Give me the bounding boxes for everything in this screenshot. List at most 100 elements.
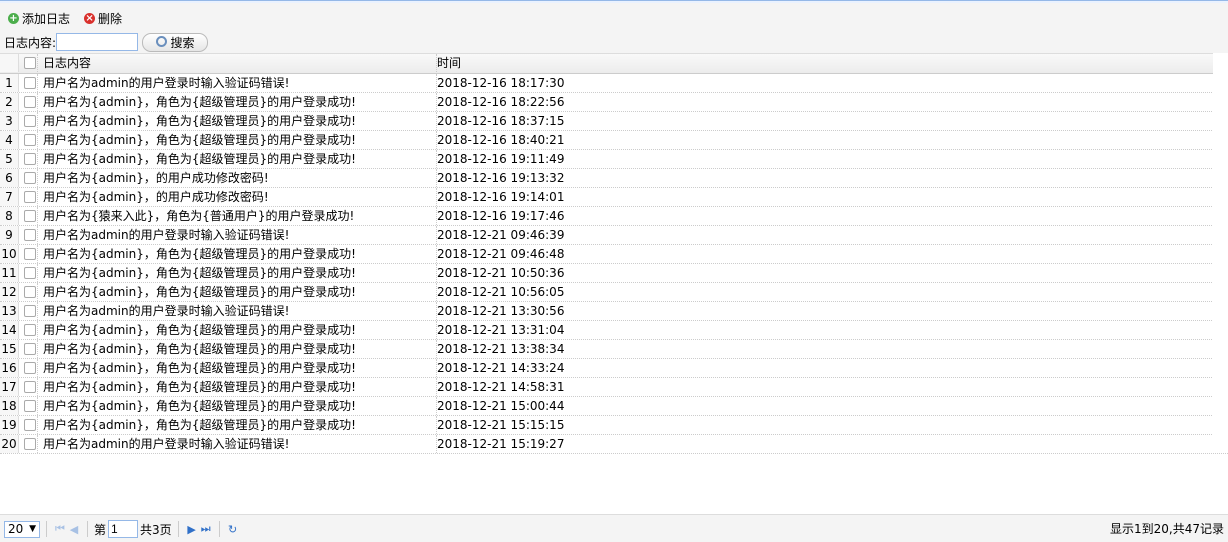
table-row[interactable]: 6 用户名为{admin}，的用户成功修改密码! 2018-12-16 19:13:…	[0, 169, 1228, 188]
log-time: 2018-12-21 10:50:36	[433, 264, 1218, 282]
row-checkbox[interactable]	[24, 96, 36, 108]
table-row[interactable]: 15 用户名为{admin}，角色为{超级管理员}的用户登录成功! 2018-12-…	[0, 340, 1228, 359]
row-checkbox-cell	[19, 226, 38, 244]
log-content: 用户名为{admin}，角色为{超级管理员}的用户登录成功!	[39, 131, 437, 149]
pagination-info: 显示1到20,共47记录	[1110, 522, 1224, 536]
row-checkbox[interactable]	[24, 77, 36, 89]
row-checkbox[interactable]	[24, 267, 36, 279]
table-row[interactable]: 18 用户名为{admin}，角色为{超级管理员}的用户登录成功! 2018-12-…	[0, 397, 1228, 416]
log-time: 2018-12-21 14:33:24	[433, 359, 1218, 377]
row-checkbox-cell	[19, 435, 38, 453]
row-checkbox-cell	[19, 74, 38, 92]
log-time: 2018-12-16 18:40:21	[433, 131, 1218, 149]
log-time: 2018-12-16 18:17:30	[433, 74, 1218, 92]
pagination-bar: 20 ▼ ⏮ ◀ 第 共3页 ▶ ⏭ ↻ 显示1到20,共47记录	[0, 514, 1228, 542]
row-checkbox[interactable]	[24, 210, 36, 222]
table-row[interactable]: 7 用户名为{admin}，的用户成功修改密码! 2018-12-16 19:14:…	[0, 188, 1228, 207]
log-time: 2018-12-21 09:46:39	[433, 226, 1218, 244]
page-size-value: 20	[8, 522, 24, 536]
row-number: 10	[0, 245, 19, 263]
table-row[interactable]: 12 用户名为{admin}，角色为{超级管理员}的用户登录成功! 2018-12-…	[0, 283, 1228, 302]
log-time: 2018-12-21 14:58:31	[433, 378, 1218, 396]
select-all-checkbox[interactable]	[24, 57, 36, 69]
page-total: 共3页	[140, 522, 172, 537]
log-content: 用户名为{admin}，角色为{超级管理员}的用户登录成功!	[39, 93, 437, 111]
row-checkbox[interactable]	[24, 419, 36, 431]
log-content: 用户名为{猿来入此}，角色为{普通用户}的用户登录成功!	[39, 207, 437, 225]
table-row[interactable]: 14 用户名为{admin}，角色为{超级管理员}的用户登录成功! 2018-12-…	[0, 321, 1228, 340]
log-content: 用户名为{admin}，角色为{超级管理员}的用户登录成功!	[39, 359, 437, 377]
search-label: 日志内容:	[4, 35, 57, 50]
table-row[interactable]: 9 用户名为admin的用户登录时输入验证码错误! 2018-12-21 09:46…	[0, 226, 1228, 245]
row-checkbox-cell	[19, 416, 38, 434]
log-content: 用户名为{admin}，角色为{超级管理员}的用户登录成功!	[39, 416, 437, 434]
row-checkbox[interactable]	[24, 305, 36, 317]
log-time: 2018-12-16 19:14:01	[433, 188, 1218, 206]
row-checkbox[interactable]	[24, 134, 36, 146]
row-checkbox[interactable]	[24, 172, 36, 184]
table-row[interactable]: 19 用户名为{admin}，角色为{超级管理员}的用户登录成功! 2018-12-…	[0, 416, 1228, 435]
table-row[interactable]: 10 用户名为{admin}，角色为{超级管理员}的用户登录成功! 2018-12-…	[0, 245, 1228, 264]
log-content: 用户名为{admin}，角色为{超级管理员}的用户登录成功!	[39, 397, 437, 415]
delete-label: 删除	[98, 11, 123, 26]
row-checkbox[interactable]	[24, 438, 36, 450]
add-log-label: 添加日志	[22, 11, 71, 26]
table-row[interactable]: 8 用户名为{猿来入此}，角色为{普通用户}的用户登录成功! 2018-12-16 …	[0, 207, 1228, 226]
table-row[interactable]: 11 用户名为{admin}，角色为{超级管理员}的用户登录成功! 2018-12-…	[0, 264, 1228, 283]
log-time: 2018-12-16 19:13:32	[433, 169, 1218, 187]
separator	[87, 521, 88, 537]
row-checkbox-cell	[19, 302, 38, 320]
log-content: 用户名为{admin}，角色为{超级管理员}的用户登录成功!	[39, 321, 437, 339]
row-checkbox-cell	[19, 188, 38, 206]
row-checkbox[interactable]	[24, 400, 36, 412]
prev-page-icon[interactable]: ◀	[67, 523, 81, 536]
log-content: 用户名为{admin}，角色为{超级管理员}的用户登录成功!	[39, 378, 437, 396]
row-number: 17	[0, 378, 19, 396]
table-row[interactable]: 13 用户名为admin的用户登录时输入验证码错误! 2018-12-21 13:3…	[0, 302, 1228, 321]
table-row[interactable]: 20 用户名为admin的用户登录时输入验证码错误! 2018-12-21 15:1…	[0, 435, 1228, 454]
row-checkbox-cell	[19, 283, 38, 301]
search-button[interactable]: 搜索	[142, 32, 209, 52]
table-row[interactable]: 1 用户名为admin的用户登录时输入验证码错误! 2018-12-16 18:17…	[0, 74, 1228, 93]
column-header-time[interactable]: 时间	[433, 54, 1218, 72]
log-time: 2018-12-21 13:30:56	[433, 302, 1218, 320]
table-row[interactable]: 2 用户名为{admin}，角色为{超级管理员}的用户登录成功! 2018-12-1…	[0, 93, 1228, 112]
row-checkbox[interactable]	[24, 191, 36, 203]
page-prefix: 第	[94, 522, 107, 537]
chevron-down-icon: ▼	[29, 524, 36, 534]
grid-scroll-area	[1213, 53, 1228, 453]
row-checkbox[interactable]	[24, 362, 36, 374]
add-log-button[interactable]: + 添加日志	[8, 10, 70, 27]
row-checkbox[interactable]	[24, 248, 36, 260]
row-checkbox[interactable]	[24, 381, 36, 393]
row-checkbox[interactable]	[24, 324, 36, 336]
table-row[interactable]: 3 用户名为{admin}，角色为{超级管理员}的用户登录成功! 2018-12-1…	[0, 112, 1228, 131]
search-input[interactable]	[56, 33, 139, 51]
row-checkbox-cell	[19, 321, 38, 339]
last-page-icon[interactable]: ⏭	[199, 522, 213, 536]
log-content: 用户名为{admin}，的用户成功修改密码!	[39, 169, 437, 187]
row-number: 20	[0, 435, 19, 453]
row-checkbox[interactable]	[24, 343, 36, 355]
row-checkbox-cell	[19, 264, 38, 282]
row-number: 9	[0, 226, 19, 244]
table-row[interactable]: 17 用户名为{admin}，角色为{超级管理员}的用户登录成功! 2018-12-…	[0, 378, 1228, 397]
first-page-icon[interactable]: ⏮	[53, 522, 67, 536]
row-checkbox[interactable]	[24, 286, 36, 298]
column-header-content[interactable]: 日志内容	[39, 54, 437, 72]
table-row[interactable]: 4 用户名为{admin}，角色为{超级管理员}的用户登录成功! 2018-12-1…	[0, 131, 1228, 150]
row-number: 7	[0, 188, 19, 206]
row-checkbox[interactable]	[24, 115, 36, 127]
refresh-icon[interactable]: ↻	[226, 523, 240, 536]
row-checkbox[interactable]	[24, 153, 36, 165]
page-size-select[interactable]: 20 ▼	[4, 520, 40, 538]
separator	[177, 521, 179, 537]
page-number-input[interactable]	[108, 520, 139, 538]
row-checkbox-cell	[19, 245, 38, 263]
row-checkbox-cell	[19, 359, 38, 377]
table-row[interactable]: 16 用户名为{admin}，角色为{超级管理员}的用户登录成功! 2018-12-…	[0, 359, 1228, 378]
table-row[interactable]: 5 用户名为{admin}，角色为{超级管理员}的用户登录成功! 2018-12-1…	[0, 150, 1228, 169]
delete-button[interactable]: × 删除	[84, 10, 122, 27]
next-page-icon[interactable]: ▶	[185, 523, 199, 536]
row-checkbox[interactable]	[24, 229, 36, 241]
